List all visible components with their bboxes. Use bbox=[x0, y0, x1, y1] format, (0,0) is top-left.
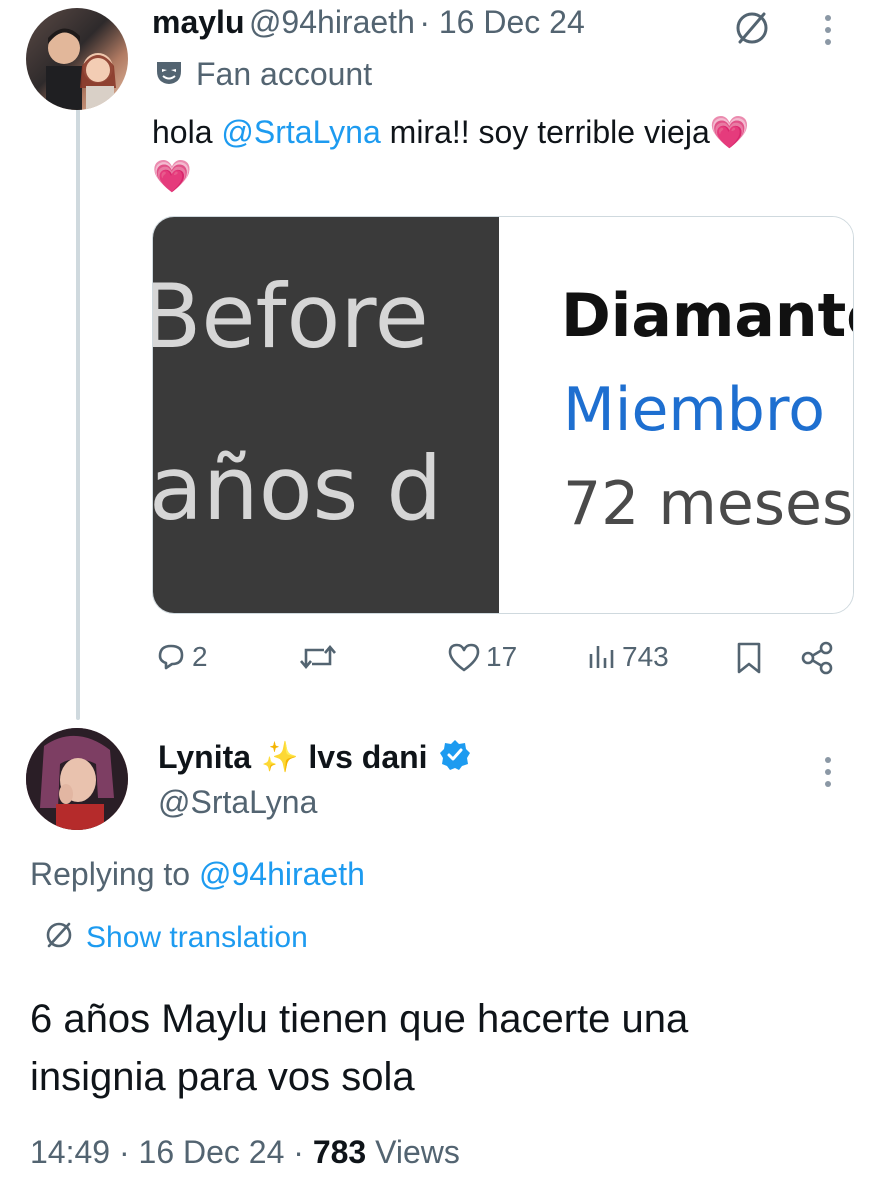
tweet2-text-line2: insignia para vos sola bbox=[30, 1055, 415, 1099]
bookmark-icon bbox=[734, 642, 764, 680]
share-button[interactable] bbox=[800, 640, 834, 681]
replying-to: Replying to @94hiraeth bbox=[30, 856, 365, 893]
tweet1-text-after: mira!! soy terrible vieja bbox=[380, 114, 710, 150]
share-icon bbox=[800, 641, 834, 680]
tweet2-text-line1: 6 años Maylu tienen que hacerte una bbox=[30, 997, 689, 1041]
retweet-icon bbox=[298, 640, 338, 674]
media-left-line2: años d bbox=[152, 437, 443, 540]
tweet2-time[interactable]: 14:49 bbox=[30, 1134, 110, 1170]
replying-to-label: Replying to bbox=[30, 856, 199, 892]
retweet-button[interactable] bbox=[298, 640, 342, 674]
replying-to-handle[interactable]: @94hiraeth bbox=[199, 856, 365, 892]
tweet1-display-name[interactable]: maylu bbox=[152, 4, 244, 40]
reply-icon bbox=[154, 640, 188, 674]
avatar-maylu[interactable] bbox=[26, 8, 128, 110]
tweet2-views-count: 783 bbox=[312, 1134, 367, 1170]
media-image-right: Diamante Miembro 72 meses bbox=[501, 217, 853, 613]
tweet2-text: 6 años Maylu tienen que hacerte una insi… bbox=[30, 990, 688, 1106]
tweet1-header: maylu @94hiraeth · 16 Dec 24 bbox=[152, 4, 585, 41]
fan-mask-icon bbox=[154, 57, 184, 92]
views-button[interactable]: 743 bbox=[586, 640, 669, 674]
like-count: 17 bbox=[486, 641, 518, 672]
tweet1-mention-link[interactable]: @SrtaLyna bbox=[221, 114, 380, 150]
tweet1-media-card[interactable]: Before años d Diamante Miembro 72 meses bbox=[152, 216, 854, 614]
tweet2-name-suffix[interactable]: lvs dani bbox=[308, 739, 427, 776]
avatar-lynita[interactable] bbox=[26, 728, 128, 830]
tweet1-text: hola @SrtaLyna mira!! soy terrible vieja… bbox=[152, 110, 852, 198]
show-translation-button[interactable]: Show translation bbox=[42, 918, 308, 957]
heart-emoji: 💗 bbox=[709, 114, 750, 150]
fan-account-text: Fan account bbox=[196, 56, 373, 92]
tweet2-more-icon[interactable] bbox=[818, 752, 838, 792]
media-right-line3: 72 meses bbox=[563, 469, 854, 539]
reply-button[interactable]: 2 bbox=[154, 640, 208, 674]
tweet2-handle[interactable]: @SrtaLyna bbox=[158, 784, 317, 821]
reply-count: 2 bbox=[192, 641, 208, 672]
views-count: 743 bbox=[622, 641, 669, 672]
tweet2-display-name[interactable]: Lynita bbox=[158, 739, 251, 776]
views-icon bbox=[586, 640, 618, 674]
tweet2-meta: 14:49 · 16 Dec 24 · 783 Views bbox=[30, 1134, 460, 1171]
tweet2-date[interactable]: · 16 Dec 24 · bbox=[119, 1134, 304, 1170]
media-right-line1: Diamante bbox=[561, 281, 853, 351]
bookmark-button[interactable] bbox=[734, 640, 764, 681]
globe-translate-icon-small bbox=[42, 918, 76, 957]
tweet2-views-label: Views bbox=[375, 1134, 460, 1170]
tweet1-text-before: hola bbox=[152, 114, 222, 150]
globe-translate-icon[interactable] bbox=[732, 8, 772, 48]
like-icon bbox=[446, 640, 482, 674]
verified-badge-icon bbox=[438, 738, 472, 777]
media-right-line2: Miembro bbox=[563, 375, 825, 445]
tweet2-name-row: Lynita ✨ lvs dani bbox=[158, 738, 472, 777]
fan-account-label: Fan account bbox=[154, 56, 372, 93]
heart-emoji: 💗 bbox=[152, 158, 192, 194]
sparkle-emoji: ✨ bbox=[261, 741, 299, 774]
like-button[interactable]: 17 bbox=[446, 640, 517, 674]
thread-connector-line bbox=[76, 108, 80, 720]
tweet1-more-icon[interactable] bbox=[818, 10, 838, 50]
media-left-line1: Before bbox=[152, 265, 429, 368]
tweet1-date[interactable]: · 16 Dec 24 bbox=[419, 4, 584, 40]
tweet1-handle[interactable]: @94hiraeth bbox=[249, 4, 415, 40]
show-translation-text[interactable]: Show translation bbox=[86, 921, 308, 955]
media-image-left: Before años d bbox=[153, 217, 499, 613]
